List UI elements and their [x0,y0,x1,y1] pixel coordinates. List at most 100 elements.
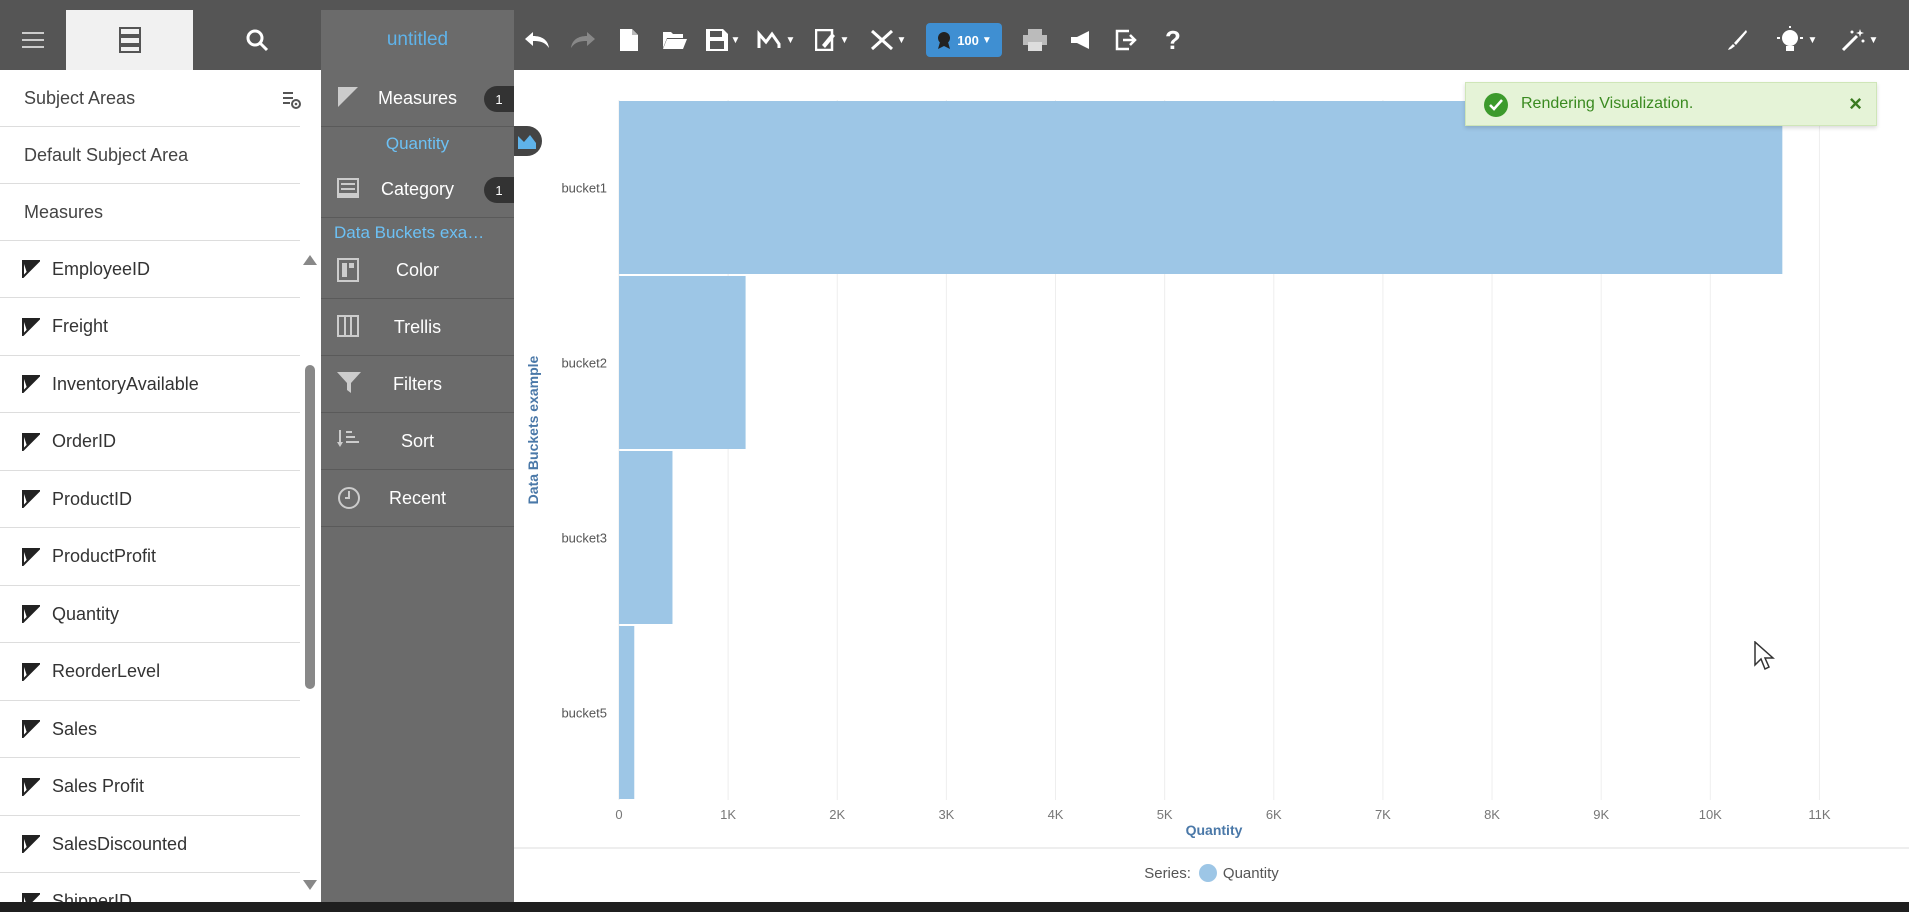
app-window: untitled ▼ ▼ ▼ ▼ 100 ▼ ? ▼ ▼ Subject Are… [0,0,1909,912]
bar[interactable] [619,101,1783,274]
default-subject-area[interactable]: Default Subject Area [0,127,300,184]
x-tick-label: 11K [1808,807,1830,822]
grammar-panel: Measures 1 Quantity Category 1 Data Buck… [321,70,514,902]
measure-item-label: ProductProfit [52,546,157,566]
y-axis-title: Data Buckets example [525,355,541,504]
bar-chart[interactable]: bucket1 bucket2 bucket3 bucket5 0 1K 2K 3K 4K 5K 6… [514,70,1909,850]
export-button[interactable] [1104,10,1150,70]
visualization-type-button[interactable]: ▼ [748,10,804,70]
folder-open-icon [663,32,687,49]
tools-icon [870,29,893,51]
scrollbar-thumb[interactable] [305,365,315,689]
legend-series-name: Quantity [1222,864,1279,882]
filters-drop-zone[interactable]: Filters [321,356,514,413]
measure-icon [22,835,40,853]
search-icon [246,29,269,52]
measure-item[interactable]: EmployeeID [0,241,300,298]
trellis-drop-zone[interactable]: Trellis [321,299,514,356]
zoom-badge-button[interactable]: 100 ▼ [916,10,1012,70]
undo-button[interactable] [514,10,560,70]
help-button[interactable]: ? [1150,10,1196,70]
redo-button[interactable] [560,10,606,70]
bar[interactable] [619,451,673,624]
x-tick-label: 7K [1375,807,1391,822]
scroll-up-icon[interactable] [303,255,317,265]
zoom-badge-value: 100 [957,32,979,48]
x-tick-label: 8K [1484,807,1500,822]
auto-viz-button[interactable]: ▼ [1829,10,1889,70]
tools-button[interactable]: ▼ [860,10,916,70]
measure-item-label: Sales Profit [52,776,145,796]
x-axis-title: Quantity [1186,822,1243,838]
save-icon [705,29,728,51]
category-drop-zone[interactable]: Category 1 [321,161,514,218]
measure-icon [22,317,40,336]
color-drop-zone[interactable]: Color [321,242,514,299]
subject-areas-header[interactable]: Subject Areas [0,70,300,127]
trellis-zone-label: Trellis [393,316,442,337]
x-tick-label: 6K [1266,807,1282,822]
measure-item-label: ShipperID [52,891,133,902]
measures-value-pill[interactable]: Quantity [321,127,514,161]
undo-icon [525,32,549,48]
print-button[interactable] [1012,10,1058,70]
measure-item[interactable]: Sales [0,701,300,758]
bar[interactable] [619,276,746,449]
measures-value-label: Quantity [385,134,450,153]
measure-item[interactable]: ShipperID [0,874,300,902]
measure-item-label: Quantity [52,603,120,624]
measure-item-label: SalesDiscounted [52,833,188,854]
settings-icon[interactable] [282,90,302,110]
category-value-label: Data Buckets exa… [334,223,485,242]
subject-areas-label: Subject Areas [24,87,136,108]
toolbar-actions: ▼ ▼ ▼ ▼ 100 ▼ ? [514,10,1196,70]
sort-zone-label: Sort [400,430,434,451]
sort-drop-zone[interactable]: Sort [321,413,514,470]
project-title-tab[interactable]: untitled [321,10,514,70]
measure-item[interactable]: ReorderLevel [0,644,300,701]
brush-icon [1728,30,1747,50]
open-button[interactable] [652,10,698,70]
data-panel-button[interactable] [66,10,193,70]
measures-folder[interactable]: Measures [0,184,300,241]
style-brush-button[interactable] [1711,10,1763,70]
measure-item[interactable]: ProductProfit [0,529,300,586]
measure-item-label: ProductID [52,488,133,509]
measure-item[interactable]: Freight [0,299,300,356]
scroll-down-icon[interactable] [303,880,317,890]
measure-item[interactable]: SalesDiscounted [0,816,300,873]
x-tick-label: 9K [1593,807,1609,822]
measures-count-badge: 1 [484,86,514,112]
present-button[interactable] [1058,10,1104,70]
properties-button[interactable]: ▼ [804,10,860,70]
chevron-down-icon: ▼ [730,34,741,46]
measures-folder-label: Measures [24,201,104,222]
x-tick-label: 4K [1048,807,1064,822]
search-button[interactable] [193,10,321,70]
chevron-down-icon: ▼ [785,34,796,46]
measure-item[interactable]: Quantity [0,586,300,643]
new-button[interactable] [606,10,652,70]
save-button[interactable]: ▼ [698,10,748,70]
toast-close-icon[interactable]: × [1849,91,1862,117]
insights-button[interactable]: ▼ [1763,10,1829,70]
measure-item-label: ReorderLevel [52,661,161,681]
measure-item[interactable]: OrderID [0,414,300,471]
chevron-down-icon: ▼ [1807,34,1818,46]
legend-series-label: Series: [1144,864,1191,882]
recent-zone-label: Recent [388,487,447,508]
hamburger-menu-button[interactable] [0,10,66,70]
lightbulb-icon [1776,26,1803,51]
redo-icon [571,32,595,48]
measure-icon [22,605,40,623]
measure-item[interactable]: Sales Profit [0,759,300,816]
measure-item[interactable]: InventoryAvailable [0,356,300,413]
visualization-canvas[interactable]: bucket1 bucket2 bucket3 bucket5 0 1K 2K 3K 4K 5K 6… [514,70,1909,902]
measures-drop-zone[interactable]: Measures 1 [321,70,514,127]
chart-type-icon [757,30,781,48]
hamburger-icon [22,32,44,48]
recent-drop-zone[interactable]: Recent [321,470,514,527]
measure-item[interactable]: ProductID [0,471,300,528]
measure-icon [22,547,40,566]
bar[interactable] [619,626,635,799]
